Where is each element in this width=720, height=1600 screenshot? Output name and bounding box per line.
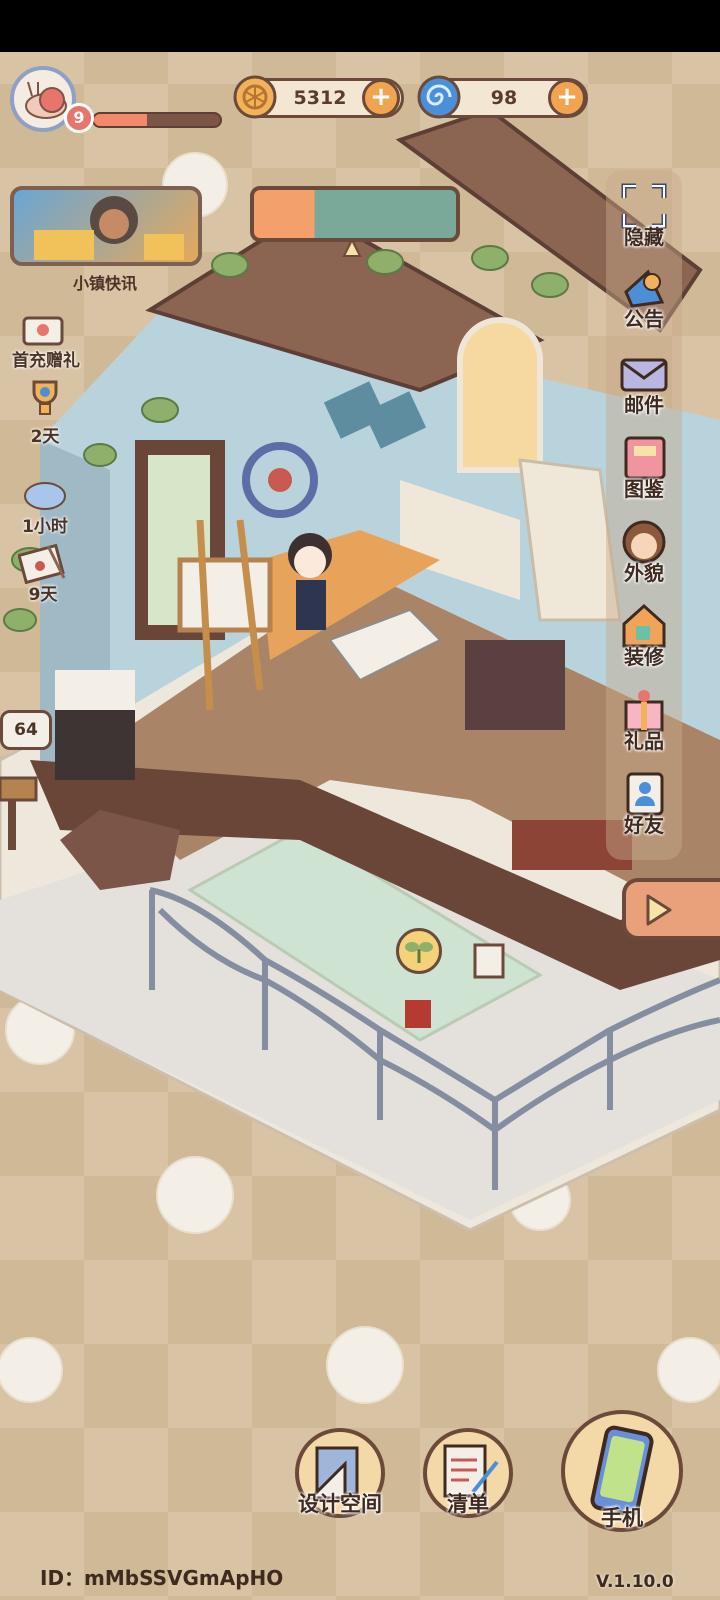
sprout-button[interactable] (396, 928, 442, 974)
hide-ui-button[interactable]: 隐藏 (606, 180, 682, 248)
snail-avatar-icon (25, 81, 67, 119)
time-pointer-icon (342, 238, 362, 257)
xp-bar-fill (94, 114, 147, 126)
mailbox-count-bubble[interactable]: 64 (0, 710, 52, 750)
trophy-event-button[interactable]: 2天 (16, 378, 74, 447)
add-gems-button[interactable]: + (548, 79, 586, 117)
player-id: ID：mMbSSVGmApHO (40, 1566, 284, 1590)
list-label: 清单 (447, 1492, 489, 1516)
xp-bar (92, 112, 222, 128)
phone-button[interactable]: 手机 (560, 1410, 684, 1532)
sprout-icon (405, 942, 433, 963)
cloud-gift-icon (24, 482, 66, 510)
friends-button[interactable]: 好友 (606, 768, 682, 836)
add-coins-button[interactable]: + (362, 79, 400, 117)
list-button[interactable]: 清单 (418, 1428, 518, 1518)
expand-menu-button[interactable] (622, 878, 720, 940)
play-arrow-icon (646, 894, 672, 926)
decorate-button[interactable]: 装修 (606, 600, 682, 668)
first-recharge-gift-label: 首充赠礼 (12, 351, 80, 371)
hourly-event-button[interactable]: 1小时 (16, 476, 74, 537)
level-badge: 9 (64, 103, 94, 133)
trophy-icon (32, 380, 58, 415)
letter-event-button[interactable]: 9天 (14, 540, 72, 605)
coin-amount: 5312 (293, 87, 347, 109)
news-illustration (34, 196, 184, 260)
announcement-button[interactable]: 公告 (606, 262, 682, 330)
gift-envelope-icon (22, 316, 64, 346)
phone-label: 手机 (601, 1506, 643, 1530)
design-space-label: 设计空间 (298, 1492, 382, 1516)
town-news-label: 小镇快讯 (72, 274, 137, 293)
first-recharge-gift-button[interactable]: 首充赠礼 (12, 312, 80, 371)
trophy-event-timer: 2天 (30, 427, 60, 447)
gem-amount: 98 (490, 87, 518, 109)
swirl-gem-icon (417, 75, 461, 119)
weather-time-bar[interactable] (250, 186, 460, 242)
mail-button[interactable]: 邮件 (606, 348, 682, 416)
town-news-card[interactable] (10, 186, 202, 266)
coin-icon (233, 75, 277, 119)
catalog-button[interactable]: 图鉴 (606, 432, 682, 500)
status-bar (0, 0, 720, 52)
hourly-event-timer: 1小时 (22, 517, 68, 537)
letter-quill-icon (17, 543, 66, 585)
design-space-button[interactable]: 设计空间 (290, 1428, 390, 1518)
appearance-button[interactable]: 外貌 (606, 516, 682, 584)
gift-button[interactable]: 礼品 (606, 684, 682, 752)
version-label: V.1.10.0 (596, 1572, 674, 1592)
